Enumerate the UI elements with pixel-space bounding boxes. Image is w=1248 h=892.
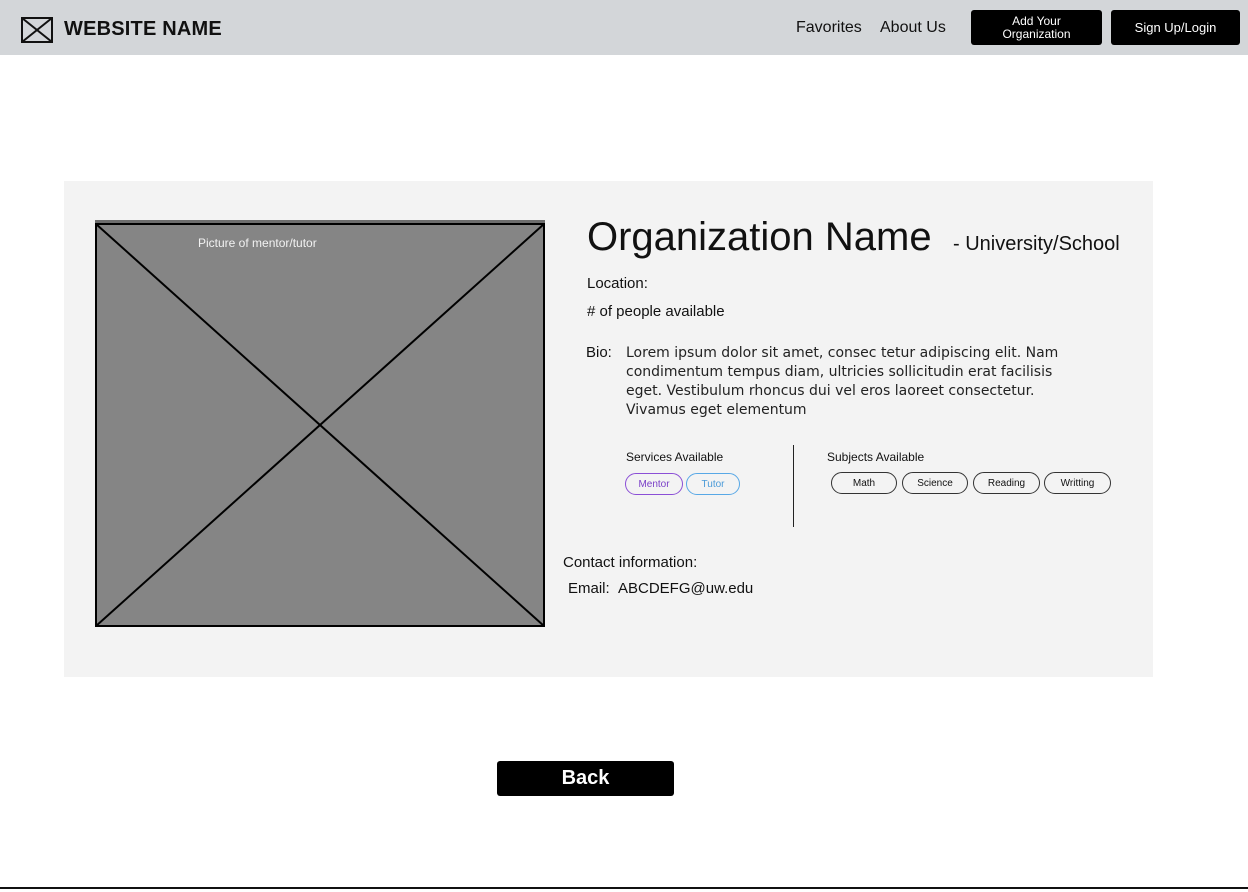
bio-label: Bio: — [586, 344, 612, 361]
contact-title: Contact information: — [563, 554, 698, 571]
nav-favorites[interactable]: Favorites — [796, 19, 862, 37]
image-placeholder-graphic — [95, 220, 545, 627]
subject-tag-writing[interactable]: Writting — [1044, 472, 1111, 494]
email-label: Email: — [568, 580, 610, 597]
people-available-label: # of people available — [587, 303, 725, 320]
email-value[interactable]: ABCDEFG@uw.edu — [618, 580, 753, 597]
header: WEBSITE NAME Favorites About Us Add Your… — [0, 0, 1248, 55]
add-org-label-line1: Add Your — [1012, 13, 1061, 28]
organization-type: - University/School — [953, 233, 1120, 255]
nav-about-us[interactable]: About Us — [880, 19, 946, 37]
organization-card: Picture of mentor/tutor Organization Nam… — [64, 181, 1153, 677]
mentor-photo-placeholder: Picture of mentor/tutor — [95, 220, 545, 627]
subject-tag-science[interactable]: Science — [902, 472, 968, 494]
section-divider — [793, 445, 794, 527]
photo-label: Picture of mentor/tutor — [198, 236, 317, 250]
service-tag-tutor[interactable]: Tutor — [686, 473, 740, 495]
subjects-title: Subjects Available — [827, 450, 925, 464]
back-button[interactable]: Back — [497, 761, 674, 796]
bottom-divider — [0, 887, 1248, 889]
organization-name: Organization Name — [587, 215, 932, 259]
signup-login-button[interactable]: Sign Up/Login — [1111, 10, 1240, 45]
bio-text: Lorem ipsum dolor sit amet, consec tetur… — [626, 345, 1059, 418]
service-tag-mentor[interactable]: Mentor — [625, 473, 683, 495]
subject-tag-math[interactable]: Math — [831, 472, 897, 494]
subject-tag-reading[interactable]: Reading — [973, 472, 1040, 494]
site-name[interactable]: WEBSITE NAME — [64, 18, 222, 41]
add-organization-button[interactable]: Add Your Organization — [971, 10, 1102, 45]
add-org-label-line2: Organization — [1002, 26, 1071, 41]
image-placeholder-icon[interactable] — [21, 17, 53, 43]
location-label: Location: — [587, 275, 648, 292]
services-title: Services Available — [626, 450, 724, 464]
